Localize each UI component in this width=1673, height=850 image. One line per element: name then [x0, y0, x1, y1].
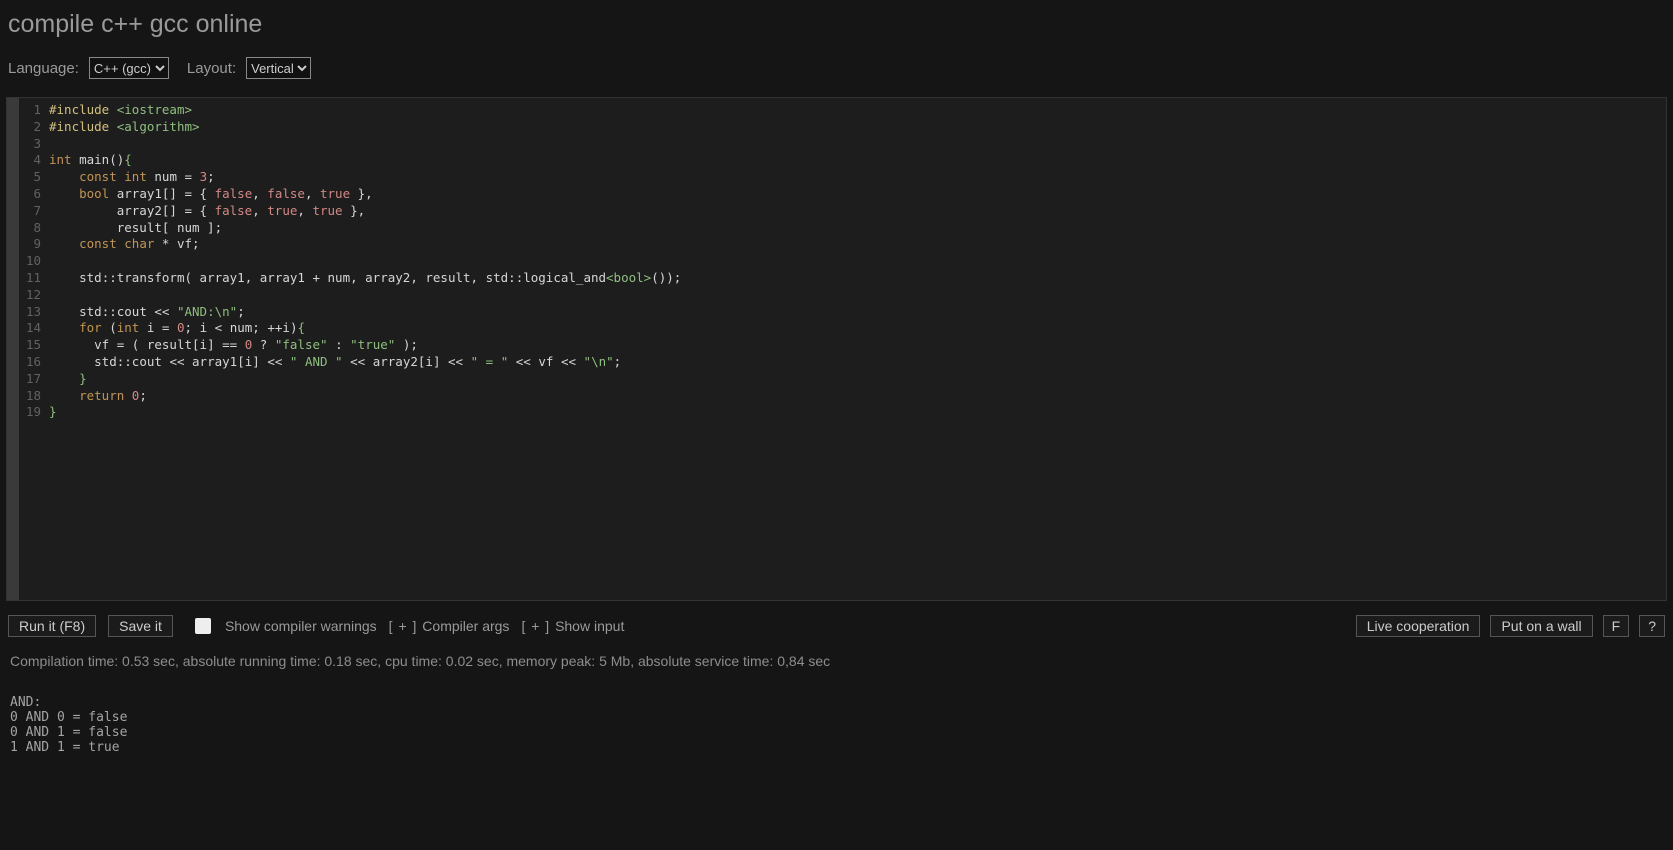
language-label: Language:: [8, 60, 79, 77]
code-line: [49, 136, 1662, 153]
code-line: [49, 253, 1662, 270]
page-title: compile c++ gcc online: [0, 0, 1673, 43]
code-line: }: [49, 404, 1662, 421]
warnings-checkbox[interactable]: [195, 618, 211, 634]
fullscreen-button[interactable]: F: [1603, 615, 1630, 637]
layout-select[interactable]: Vertical: [246, 57, 311, 79]
code-line: return 0;: [49, 388, 1662, 405]
live-coop-button[interactable]: Live cooperation: [1356, 615, 1481, 637]
run-button[interactable]: Run it (F8): [8, 615, 96, 637]
language-select[interactable]: C++ (gcc): [89, 57, 169, 79]
resize-handle[interactable]: [7, 98, 19, 600]
layout-label: Layout:: [187, 60, 236, 77]
warnings-label: Show compiler warnings: [225, 618, 377, 634]
code-line: }: [49, 371, 1662, 388]
code-line: const char * vf;: [49, 236, 1662, 253]
save-button[interactable]: Save it: [108, 615, 173, 637]
code-line: #include <algorithm>: [49, 119, 1662, 136]
code-line: [49, 287, 1662, 304]
code-line: int main(){: [49, 152, 1662, 169]
code-line: std::transform( array1, array1 + num, ar…: [49, 270, 1662, 287]
line-gutter: 1 2 3 4 5 6 7 8 9 10 11 12 13 14 15 16 1…: [19, 98, 45, 600]
code-line: const int num = 3;: [49, 169, 1662, 186]
code-area[interactable]: #include <iostream>#include <algorithm> …: [45, 98, 1666, 600]
help-button[interactable]: ?: [1639, 615, 1665, 637]
toolbar: Run it (F8) Save it Show compiler warnin…: [0, 601, 1673, 641]
code-line: std::cout << "AND:\n";: [49, 304, 1662, 321]
code-line: result[ num ];: [49, 220, 1662, 237]
stats-line: Compilation time: 0.53 sec, absolute run…: [0, 641, 1673, 675]
options-bar: Language: C++ (gcc) Layout: Vertical: [0, 43, 1673, 97]
code-line: #include <iostream>: [49, 102, 1662, 119]
output-panel: AND: 0 AND 0 = false 0 AND 1 = false 1 A…: [0, 675, 1673, 759]
code-line: array2[] = { false, true, true },: [49, 203, 1662, 220]
code-editor[interactable]: 1 2 3 4 5 6 7 8 9 10 11 12 13 14 15 16 1…: [6, 97, 1667, 601]
code-line: for (int i = 0; i < num; ++i){: [49, 320, 1662, 337]
compiler-args-toggle[interactable]: [ + ] Compiler args: [389, 618, 510, 634]
wall-button[interactable]: Put on a wall: [1490, 615, 1592, 637]
code-line: std::cout << array1[i] << " AND " << arr…: [49, 354, 1662, 371]
show-input-toggle[interactable]: [ + ] Show input: [521, 618, 624, 634]
code-line: vf = ( result[i] == 0 ? "false" : "true"…: [49, 337, 1662, 354]
code-line: bool array1[] = { false, false, true },: [49, 186, 1662, 203]
